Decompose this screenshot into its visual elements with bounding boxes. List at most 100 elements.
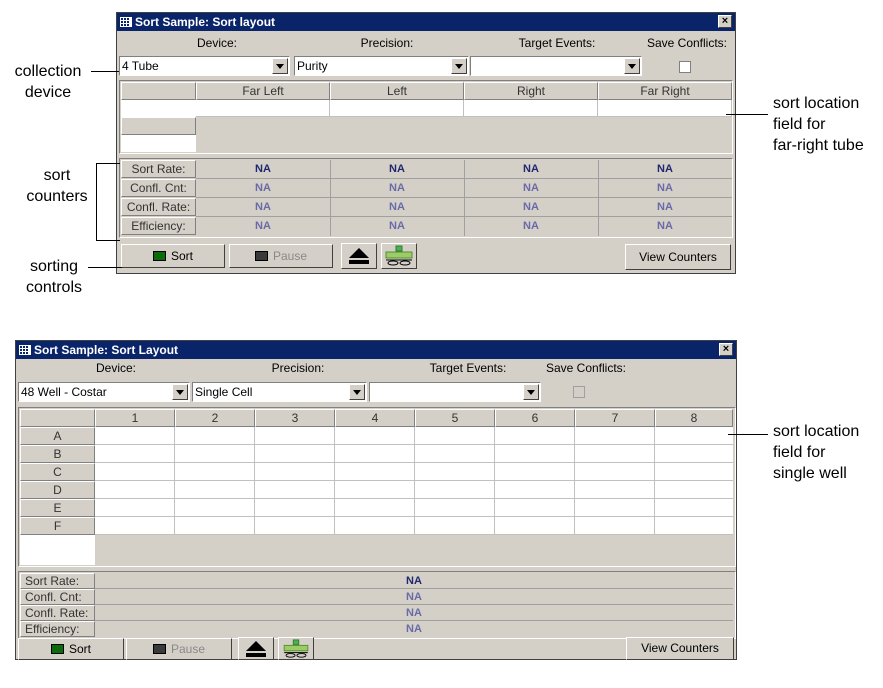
confl-cnt-value: NA xyxy=(255,182,271,194)
column-header-4: 4 xyxy=(335,409,415,427)
leader-line xyxy=(726,114,768,115)
precision-label: Precision: xyxy=(271,361,325,375)
annotation-sort-location-well: sort location field for single well xyxy=(773,421,883,484)
efficiency-value: NA xyxy=(406,623,422,635)
grid-corner-header xyxy=(121,82,196,100)
sort-rate-value: NA xyxy=(523,163,539,175)
counter-label-sort-rate: Sort Rate: xyxy=(20,573,95,589)
annotation-sort-location-tube: sort location field for far-right tube xyxy=(773,93,883,156)
close-button[interactable]: × xyxy=(719,343,733,356)
confl-cnt-value: NA xyxy=(523,182,539,194)
view-counters-button[interactable]: View Counters xyxy=(626,637,734,660)
annotation-sorting-controls: sorting controls xyxy=(21,256,87,298)
view-counters-button[interactable]: View Counters xyxy=(625,244,731,270)
tray-button[interactable] xyxy=(381,243,417,269)
tray-button[interactable] xyxy=(278,637,314,660)
window-title-bar: Sort Sample: Sort layout × xyxy=(117,13,735,31)
device-select[interactable]: 4 Tube xyxy=(119,56,290,76)
close-button[interactable]: × xyxy=(718,15,732,28)
tray-icon xyxy=(283,639,309,658)
counter-label-confl-cnt: Confl. Cnt: xyxy=(20,589,95,605)
sort-location-far-left[interactable] xyxy=(196,100,330,117)
chevron-down-icon[interactable] xyxy=(624,58,640,74)
row-header-c: C xyxy=(20,463,95,481)
sort-location-far-right[interactable] xyxy=(598,100,732,117)
sort-rate-value: NA xyxy=(389,163,405,175)
counter-label-confl-rate: Confl. Rate: xyxy=(20,605,95,621)
view-counters-label: View Counters xyxy=(641,641,719,655)
device-select-value: 4 Tube xyxy=(122,59,159,73)
column-header-far-left: Far Left xyxy=(196,82,330,100)
column-header-6: 6 xyxy=(495,409,575,427)
close-icon[interactable]: × xyxy=(722,15,728,27)
column-header-7: 7 xyxy=(575,409,655,427)
pause-indicator-icon xyxy=(152,643,166,654)
annotation-line: field for xyxy=(773,444,826,461)
chevron-down-icon[interactable] xyxy=(451,58,467,74)
save-conflicts-checkbox[interactable] xyxy=(573,386,585,398)
annotation-line: sorting xyxy=(29,258,79,275)
annotation-line: far-right tube xyxy=(773,137,864,154)
confl-rate-value: NA xyxy=(657,201,673,213)
sort-location-grid: Far Left Left Right Far Right xyxy=(119,80,733,154)
sort-button[interactable]: Sort xyxy=(18,638,124,660)
pause-button[interactable]: Pause xyxy=(229,244,333,268)
bracket-line xyxy=(96,163,120,164)
counter-label-sort-rate: Sort Rate: xyxy=(121,160,196,178)
sort-button[interactable]: Sort xyxy=(121,244,225,268)
eject-button[interactable] xyxy=(238,637,274,660)
column-header-5: 5 xyxy=(415,409,495,427)
row-header-f: F xyxy=(20,517,95,535)
efficiency-value: NA xyxy=(657,220,673,232)
target-events-select[interactable] xyxy=(470,56,642,76)
view-counters-label: View Counters xyxy=(639,250,717,264)
row-header-a: A xyxy=(20,427,95,445)
counter-label-confl-cnt: Confl. Cnt: xyxy=(121,179,196,197)
confl-rate-value: NA xyxy=(255,201,271,213)
precision-select-value: Single Cell xyxy=(195,385,253,399)
save-conflicts-checkbox[interactable] xyxy=(679,61,691,73)
device-select[interactable]: 48 Well - Costar xyxy=(18,382,190,402)
chevron-down-icon[interactable] xyxy=(349,384,365,400)
precision-select[interactable]: Single Cell xyxy=(192,382,367,402)
column-header-far-right: Far Right xyxy=(598,82,732,100)
annotation-line: controls xyxy=(25,279,83,296)
eject-button[interactable] xyxy=(341,243,377,269)
tray-icon xyxy=(385,245,413,266)
grid-gray-area xyxy=(95,535,733,565)
annotation-line: sort location xyxy=(773,423,860,440)
chevron-down-icon[interactable] xyxy=(523,384,539,400)
annotation-line: device xyxy=(24,84,72,101)
efficiency-value: NA xyxy=(523,220,539,232)
device-select-value: 48 Well - Costar xyxy=(21,385,107,399)
annotation-line: sort xyxy=(43,167,71,184)
window-title: Sort Sample: Sort Layout xyxy=(34,343,179,357)
save-conflicts-label: Save Conflicts: xyxy=(646,36,728,50)
annotation-sort-counters: sort counters xyxy=(24,165,90,207)
sort-location-right[interactable] xyxy=(464,100,598,117)
precision-select[interactable]: Purity xyxy=(294,56,469,76)
sort-location-left[interactable] xyxy=(330,100,464,117)
chevron-down-icon[interactable] xyxy=(272,58,288,74)
annotation-line: counters xyxy=(26,188,88,205)
target-events-select[interactable] xyxy=(369,382,541,402)
save-conflicts-label: Save Conflicts: xyxy=(545,361,627,375)
grid-app-icon xyxy=(120,17,132,27)
pause-button-label: Pause xyxy=(272,249,308,263)
sort-rate-value: NA xyxy=(657,163,673,175)
chevron-down-icon[interactable] xyxy=(172,384,188,400)
bracket-line xyxy=(96,163,97,241)
row-header-e: E xyxy=(20,499,95,517)
sort-button-label: Sort xyxy=(170,249,193,263)
row-header-d: D xyxy=(20,481,95,499)
efficiency-value: NA xyxy=(255,220,271,232)
precision-label: Precision: xyxy=(360,36,414,50)
pause-button[interactable]: Pause xyxy=(126,638,232,660)
close-icon[interactable]: × xyxy=(723,343,729,355)
grid-app-icon xyxy=(19,345,31,355)
annotation-line: single well xyxy=(773,465,847,482)
confl-rate-value: NA xyxy=(523,201,539,213)
efficiency-value: NA xyxy=(389,220,405,232)
well-cells[interactable] xyxy=(95,427,733,535)
confl-cnt-value: NA xyxy=(406,591,422,603)
